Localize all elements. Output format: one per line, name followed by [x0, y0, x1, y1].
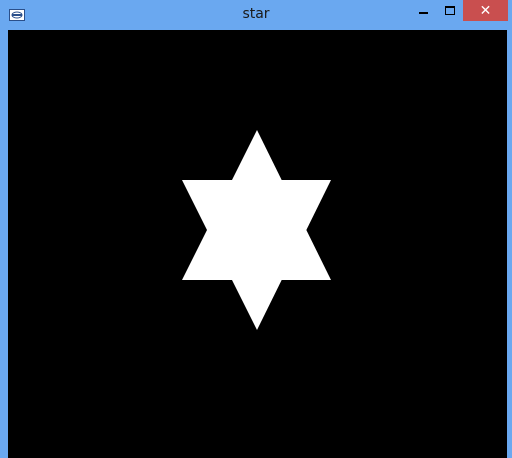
minimize-button[interactable] [410, 0, 436, 21]
maximize-button[interactable] [437, 0, 463, 21]
canvas-area[interactable] [8, 30, 507, 458]
title-bar[interactable]: star ✕ [0, 0, 512, 30]
close-button[interactable]: ✕ [463, 0, 508, 21]
maximize-icon [445, 6, 455, 15]
six-pointed-star [182, 130, 331, 330]
close-icon: ✕ [479, 2, 492, 19]
app-icon [9, 9, 25, 21]
minimize-icon [418, 11, 428, 14]
app-window: star ✕ [0, 0, 512, 458]
